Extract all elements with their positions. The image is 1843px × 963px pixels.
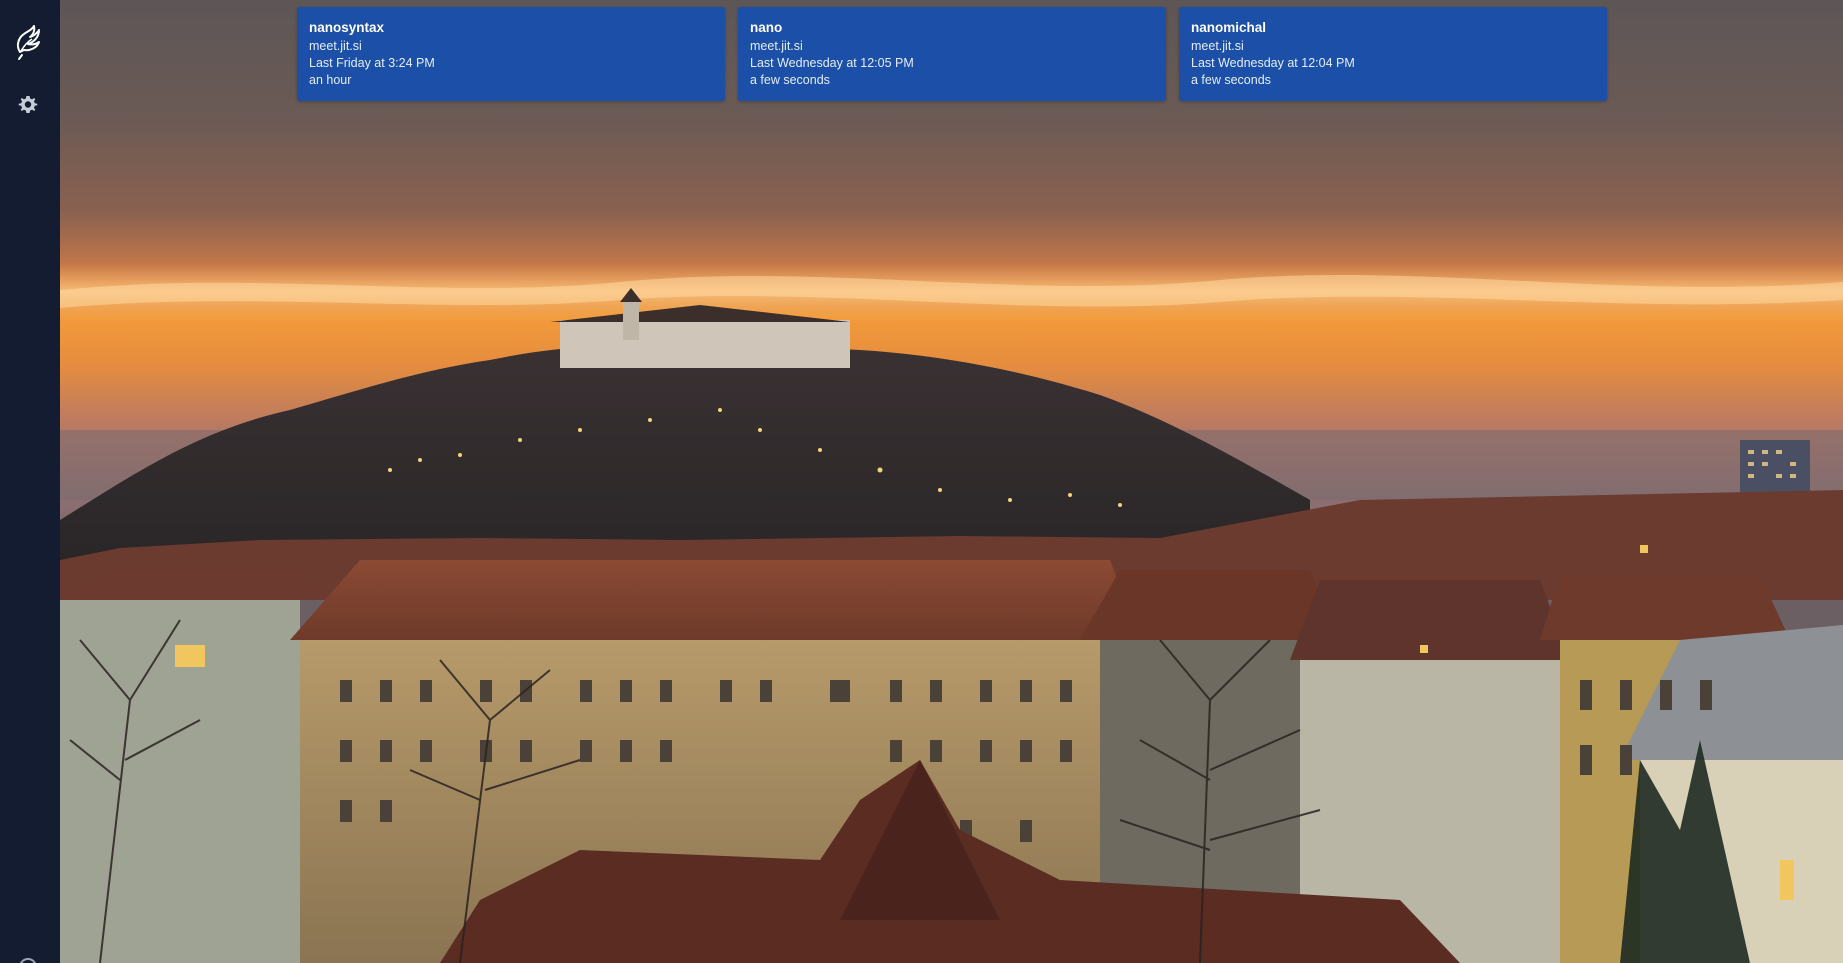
meeting-duration: a few seconds xyxy=(750,73,830,87)
recent-meetings-list: nanosyntax meet.jit.si Last Friday at 3:… xyxy=(297,7,1607,101)
meeting-date: Last Wednesday at 12:05 PM xyxy=(750,56,914,70)
jitsi-logo-icon[interactable] xyxy=(12,18,44,62)
meeting-room-name: nanosyntax xyxy=(309,20,385,35)
recent-meeting-card[interactable]: nano meet.jit.si Last Wednesday at 12:05… xyxy=(738,7,1166,101)
sidebar xyxy=(0,0,60,963)
meeting-server: meet.jit.si xyxy=(309,39,362,53)
meeting-room-name: nanomichal xyxy=(1191,20,1267,35)
meeting-duration: a few seconds xyxy=(1191,73,1271,87)
meeting-server: meet.jit.si xyxy=(750,39,803,53)
meeting-room-name: nano xyxy=(750,20,783,35)
meeting-duration: an hour xyxy=(309,73,352,87)
meeting-date: Last Wednesday at 12:04 PM xyxy=(1191,56,1355,70)
background-cityscape-image xyxy=(60,0,1843,963)
meeting-date: Last Friday at 3:24 PM xyxy=(309,56,435,70)
recent-meeting-card[interactable]: nanomichal meet.jit.si Last Wednesday at… xyxy=(1179,7,1607,101)
app-window: nanosyntax meet.jit.si Last Friday at 3:… xyxy=(0,0,1843,963)
gear-icon[interactable] xyxy=(16,93,40,117)
help-circle-icon[interactable] xyxy=(19,958,37,963)
meeting-server: meet.jit.si xyxy=(1191,39,1244,53)
recent-meeting-card[interactable]: nanosyntax meet.jit.si Last Friday at 3:… xyxy=(297,7,725,101)
